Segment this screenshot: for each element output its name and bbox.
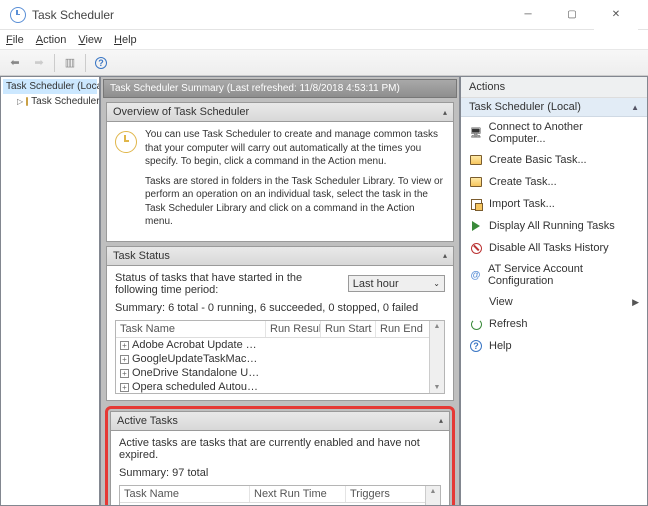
overview-header[interactable]: Overview of Task Scheduler▴ [106,102,454,122]
center-pane: Task Scheduler Summary (Last refreshed: … [100,76,460,506]
action-import[interactable]: Import Task... [461,193,647,215]
col-name[interactable]: Task Name [120,486,250,502]
action-display-running[interactable]: Display All Running Tasks [461,215,647,237]
collapse-icon[interactable]: ▲ [631,103,639,112]
action-connect[interactable]: 🖥Connect to Another Computer... [461,117,647,149]
disable-icon [469,241,483,255]
action-at-config[interactable]: @AT Service Account Configuration [461,259,647,291]
refresh-icon [469,317,483,331]
task-icon [469,175,483,189]
show-hide-tree-button[interactable]: ▥ [59,53,81,73]
menu-help[interactable]: Help [114,34,137,46]
summary-header: Task Scheduler Summary (Last refreshed: … [103,79,457,98]
maximize-button[interactable]: ▢ [550,0,594,30]
actions-pane: Actions Task Scheduler (Local)▲ 🖥Connect… [460,76,648,506]
overview-p2: Tasks are stored in folders in the Task … [145,175,445,229]
close-button[interactable]: ✕ [594,0,638,30]
menubar: File Action View Help [0,30,648,50]
action-help[interactable]: ?Help [461,335,647,357]
help-button[interactable]: ? [90,53,112,73]
active-tasks-highlight: Active Tasks▴ Active tasks are tasks tha… [105,406,455,506]
status-grid: Task Name Run Result Run Start Run End T… [115,320,445,394]
status-label: Status of tasks that have started in the… [115,272,348,296]
period-dropdown[interactable]: Last hour⌄ [348,275,445,292]
col-name[interactable]: Task Name [116,321,266,337]
action-create-basic[interactable]: Create Basic Task... [461,149,647,171]
titlebar: Task Scheduler ─ ▢ ✕ [0,0,648,30]
tree-child-library[interactable]: ▷ Task Scheduler Library [3,94,97,109]
active-desc: Active tasks are tasks that are currentl… [119,437,441,461]
window-title: Task Scheduler [32,8,114,22]
action-disable-history[interactable]: Disable All Tasks History [461,237,647,259]
status-panel: Task Status▴ Status of tasks that have s… [106,246,454,401]
clock-icon [115,131,137,153]
table-row[interactable]: +GoogleUpdateTaskMachineCor... [116,352,444,366]
col-next[interactable]: Next Run Time [250,486,346,502]
action-create-task[interactable]: Create Task... [461,171,647,193]
table-row[interactable]: GoogleUpdateTaskMachineUA11/8/2018 5:24:… [120,503,440,506]
menu-action[interactable]: Action [36,34,67,46]
app-icon [10,7,26,23]
view-icon [469,295,483,309]
status-summary: Summary: 6 total - 0 running, 6 succeede… [115,302,445,314]
table-row[interactable]: +Adobe Acrobat Update Task (la... [116,338,444,352]
at-icon: @ [469,268,482,282]
menu-view[interactable]: View [78,34,102,46]
chevron-down-icon: ⌄ [433,279,440,288]
overview-panel: Overview of Task Scheduler▴ You can use … [106,102,454,242]
run-icon [469,219,483,233]
col-end[interactable]: Run End [376,321,431,337]
menu-file[interactable]: File [6,34,24,46]
active-grid: Task Name Next Run Time Triggers Locatio… [119,485,441,506]
computer-icon: 🖥 [469,126,483,140]
toolbar: ⬅ ➡ ▥ ? [0,50,648,76]
active-header[interactable]: Active Tasks▴ [110,411,450,431]
tree-root[interactable]: Task Scheduler (Local) [3,79,97,94]
overview-p1: You can use Task Scheduler to create and… [145,128,445,169]
action-refresh[interactable]: Refresh [461,313,647,335]
help-icon: ? [469,339,483,353]
submenu-arrow-icon: ▶ [632,297,639,308]
collapse-icon[interactable]: ▴ [439,416,443,425]
status-header[interactable]: Task Status▴ [106,246,454,266]
actions-title: Actions [461,77,647,98]
scrollbar-vertical[interactable] [425,486,440,506]
folder-icon [26,97,28,106]
col-result[interactable]: Run Result [266,321,321,337]
table-row[interactable]: +OneDrive Standalone Update Ta... [116,366,444,380]
active-summary: Summary: 97 total [119,467,441,479]
collapse-icon[interactable]: ▴ [443,108,447,117]
expand-icon[interactable]: ▷ [17,97,23,106]
task-icon [469,153,483,167]
collapse-icon[interactable]: ▴ [443,251,447,260]
table-row[interactable]: +Opera scheduled Autoupdate 1... [116,380,444,394]
action-view[interactable]: View▶ [461,291,647,313]
active-panel: Active Tasks▴ Active tasks are tasks tha… [110,411,450,506]
back-button[interactable]: ⬅ [4,53,26,73]
actions-subheader[interactable]: Task Scheduler (Local)▲ [461,98,647,117]
navigation-tree: Task Scheduler (Local) ▷ Task Scheduler … [0,76,100,506]
scrollbar-vertical[interactable] [429,321,444,393]
forward-button[interactable]: ➡ [28,53,50,73]
minimize-button[interactable]: ─ [506,0,550,30]
col-start[interactable]: Run Start [321,321,376,337]
import-icon [469,197,483,211]
